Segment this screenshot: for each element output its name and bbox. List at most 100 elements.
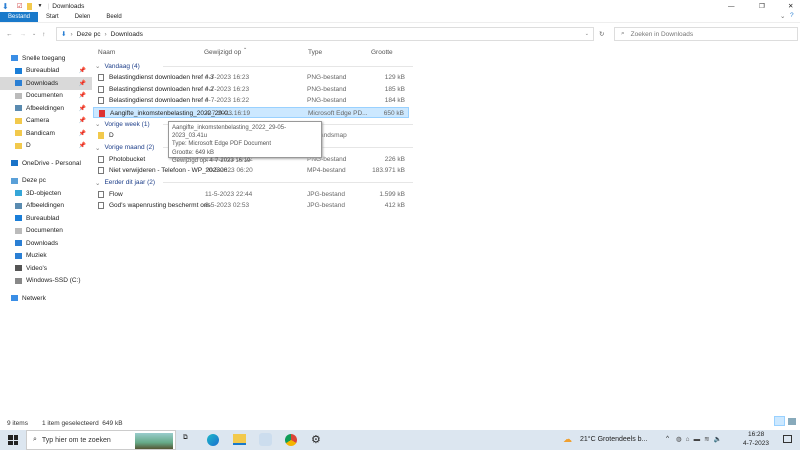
- chevron-down-icon: ⌄: [95, 121, 101, 128]
- cube-icon: [15, 190, 22, 197]
- sidebar-item[interactable]: Afbeeldingen: [0, 200, 92, 213]
- file-type: Microsoft Edge PD...: [308, 109, 368, 117]
- file-row[interactable]: Flow 11-5-2023 22:44 JPG-bestand 1.599 kB: [93, 189, 409, 201]
- sidebar-item[interactable]: Deze pc: [0, 175, 92, 188]
- tray-icons[interactable]: ◍⌂▬≋🔈: [676, 435, 726, 443]
- sidebar-item[interactable]: 3D-objecten: [0, 187, 92, 200]
- pictures-icon: [15, 105, 22, 112]
- file-row[interactable]: Belastingdienst downloaden href #.3 4-7-2…: [93, 72, 409, 84]
- group-header[interactable]: ⌄ Eerder dit jaar (2): [93, 177, 800, 189]
- sidebar-item[interactable]: Documenten: [0, 225, 92, 238]
- pin-icon[interactable]: 📌: [79, 117, 86, 124]
- refresh-button[interactable]: ↻: [599, 30, 604, 38]
- sidebar-item[interactable]: OneDrive - Personal: [0, 157, 92, 170]
- sidebar-item[interactable]: Bureaublad 📌: [0, 65, 92, 78]
- close-button[interactable]: ✕: [788, 2, 793, 10]
- sidebar-item[interactable]: Bureaublad: [0, 212, 92, 225]
- sidebar-item[interactable]: Video's: [0, 262, 92, 275]
- column-type[interactable]: Type: [308, 49, 322, 56]
- file-explorer-icon[interactable]: [233, 434, 246, 445]
- sidebar-item[interactable]: D 📌: [0, 140, 92, 153]
- sidebar-item-label: Afbeeldingen: [26, 202, 64, 210]
- recent-dropdown[interactable]: ⌄: [32, 31, 36, 37]
- file-icon: [98, 155, 104, 163]
- forward-button[interactable]: →: [20, 31, 27, 38]
- sidebar-item[interactable]: Camera 📌: [0, 115, 92, 128]
- expand-ribbon-icon[interactable]: ⌄: [780, 12, 785, 20]
- details-view-button[interactable]: [774, 416, 785, 426]
- pdf-icon: [99, 109, 105, 117]
- taskbar-search[interactable]: ⌕ Typ hier om te zoeken: [26, 430, 176, 450]
- sidebar-item[interactable]: Snelle toegang: [0, 52, 92, 65]
- folder-icon: [98, 132, 104, 139]
- weather-text[interactable]: 21°C Grotendeels b...: [580, 436, 647, 443]
- sidebar-item[interactable]: Windows-SSD (C:): [0, 275, 92, 288]
- back-button[interactable]: ←: [6, 31, 13, 38]
- chrome-icon[interactable]: [285, 434, 297, 446]
- column-naam[interactable]: Naam: [98, 49, 115, 56]
- paint-icon[interactable]: [259, 433, 272, 446]
- start-button[interactable]: [8, 435, 18, 445]
- file-tooltip: Aangifte_inkomstenbelasting_2022_29-05-2…: [168, 121, 322, 164]
- task-view-icon[interactable]: ⧉: [183, 434, 188, 442]
- minimize-button[interactable]: —: [728, 3, 735, 10]
- document-icon: [15, 227, 22, 234]
- search-input[interactable]: ⌕ Zoeken in Downloads: [614, 27, 798, 41]
- folder-icon[interactable]: [26, 2, 32, 10]
- sidebar-item[interactable]: Downloads 📌: [0, 77, 92, 90]
- sidebar-item-label: Windows-SSD (C:): [26, 277, 81, 285]
- pin-icon[interactable]: 📌: [79, 142, 86, 149]
- up-button[interactable]: ↑: [42, 31, 45, 38]
- sidebar-item[interactable]: Muziek: [0, 250, 92, 263]
- file-row[interactable]: God's wapenrusting beschermt ons 8-5-2023…: [93, 200, 409, 212]
- file-row[interactable]: Niet verwijderen - Telefoon - WP_202306.…: [93, 165, 409, 177]
- edge-icon[interactable]: [207, 434, 219, 446]
- tab-start[interactable]: Start: [38, 12, 67, 22]
- file-icon: [98, 97, 104, 104]
- sidebar-item[interactable]: Documenten 📌: [0, 90, 92, 103]
- pin-icon[interactable]: 📌: [79, 130, 86, 137]
- address-bar[interactable]: ⬇ › Deze pc › Downloads ⌄: [56, 27, 594, 41]
- breadcrumb-deze-pc[interactable]: Deze pc: [77, 31, 101, 38]
- column-grootte[interactable]: Grootte: [371, 49, 393, 56]
- sidebar-item-label: Muziek: [26, 252, 47, 260]
- help-icon[interactable]: ?: [790, 12, 794, 19]
- address-dropdown[interactable]: ⌄: [585, 31, 589, 37]
- tab-beeld[interactable]: Beeld: [98, 12, 129, 22]
- file-row[interactable]: Belastingdienst downloaden href #.2 4-7-2…: [93, 84, 409, 96]
- pin-icon[interactable]: 📌: [79, 80, 86, 87]
- file-row[interactable]: Belastingdienst downloaden href #4-7-202…: [93, 95, 409, 107]
- document-icon: [15, 92, 22, 99]
- pin-icon[interactable]: 📌: [79, 105, 86, 112]
- sidebar-item[interactable]: Bandicam 📌: [0, 127, 92, 140]
- download-icon: [15, 80, 22, 87]
- maximize-button[interactable]: ❐: [759, 2, 765, 10]
- clock-time[interactable]: 16:28: [748, 431, 764, 438]
- folder-icon: [15, 142, 22, 149]
- pin-icon[interactable]: 📌: [79, 67, 86, 74]
- tab-bestand[interactable]: Bestand: [0, 12, 39, 22]
- column-gewijzigd-op[interactable]: Gewijzigd op: [204, 49, 241, 56]
- download-icon: ⬇: [2, 1, 9, 11]
- file-row[interactable]: Aangifte_inkomstenbelasting_2022_29-0...…: [93, 106, 409, 118]
- navigation-bar: ← → ⌄ ↑ ⬇ › Deze pc › Downloads ⌄ ↻ ⌕ Zo…: [0, 26, 800, 42]
- breadcrumb-downloads[interactable]: Downloads: [111, 31, 143, 38]
- sidebar-item-label: Bandicam: [26, 129, 55, 137]
- cloud-icon: [11, 160, 18, 167]
- properties-icon[interactable]: ☑: [17, 2, 23, 10]
- large-icons-view-button[interactable]: [788, 418, 796, 425]
- show-hidden-icons[interactable]: ^: [666, 435, 669, 442]
- sidebar-item[interactable]: Downloads: [0, 237, 92, 250]
- group-header[interactable]: ⌄ Vandaag (4): [93, 60, 800, 72]
- file-type: JPG-bestand: [307, 202, 345, 209]
- clock-date[interactable]: 4-7-2023: [743, 440, 769, 447]
- tab-delen[interactable]: Delen: [67, 12, 99, 22]
- sidebar-item[interactable]: Netwerk: [0, 292, 92, 305]
- customize-dropdown-icon[interactable]: ▼: [38, 3, 43, 9]
- pin-icon[interactable]: 📌: [79, 92, 86, 99]
- sidebar-item[interactable]: Afbeeldingen 📌: [0, 102, 92, 115]
- settings-icon[interactable]: ⚙: [311, 433, 321, 446]
- notifications-icon[interactable]: [783, 435, 792, 443]
- file-size: 650 kB: [383, 109, 404, 117]
- file-date: 8-5-2023 02:53: [205, 202, 250, 209]
